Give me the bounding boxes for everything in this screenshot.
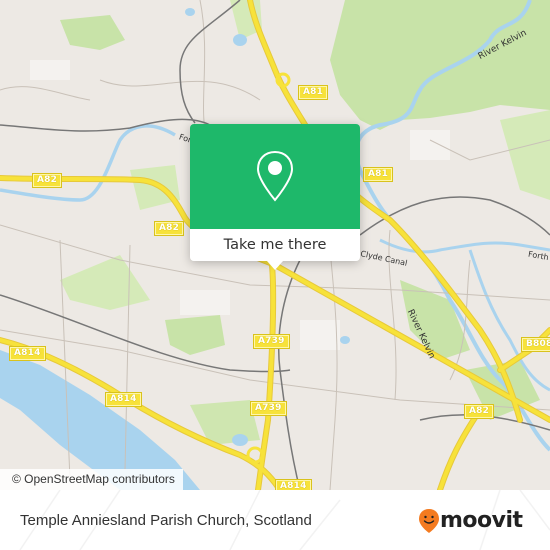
location-pin-icon	[256, 150, 294, 202]
map-view[interactable]: A82 A82 A81 A81 A739 A739 A814 A814 A814…	[0, 0, 550, 490]
popup-header	[190, 124, 360, 229]
road-label-a814: A814	[275, 479, 312, 490]
road-label-a82: A82	[463, 404, 495, 419]
location-popup: Take me there	[190, 124, 360, 270]
park-area	[165, 315, 225, 355]
road-label-a739: A739	[250, 401, 287, 416]
road-label-a81: A81	[362, 167, 394, 182]
popup-pointer	[267, 261, 283, 270]
road-label-a82: A82	[153, 221, 185, 236]
moovit-logo[interactable]: moovit	[418, 508, 523, 534]
park-area	[60, 15, 125, 50]
take-me-there-button[interactable]: Take me there	[190, 229, 360, 261]
railway	[0, 118, 211, 132]
road-label-a81: A81	[297, 85, 329, 100]
moovit-pin-smile-icon	[419, 509, 439, 533]
map-attribution[interactable]: © OpenStreetMap contributors	[0, 469, 183, 490]
road-label-a739: A739	[253, 334, 290, 349]
road-label-b808: B808	[520, 337, 550, 352]
forth-clyde-canal	[379, 238, 550, 254]
railway	[277, 259, 301, 490]
road-label-a814: A814	[105, 392, 142, 407]
place-title: Temple Anniesland Parish Church, Scotlan…	[20, 512, 312, 529]
footer: Temple Anniesland Parish Church, Scotlan…	[0, 490, 550, 550]
road-label-a814: A814	[9, 346, 46, 361]
railway	[179, 0, 241, 124]
road-label-a82: A82	[31, 173, 63, 188]
brand-name: moovit	[440, 508, 523, 533]
park-area	[500, 110, 550, 200]
railway	[0, 294, 291, 373]
